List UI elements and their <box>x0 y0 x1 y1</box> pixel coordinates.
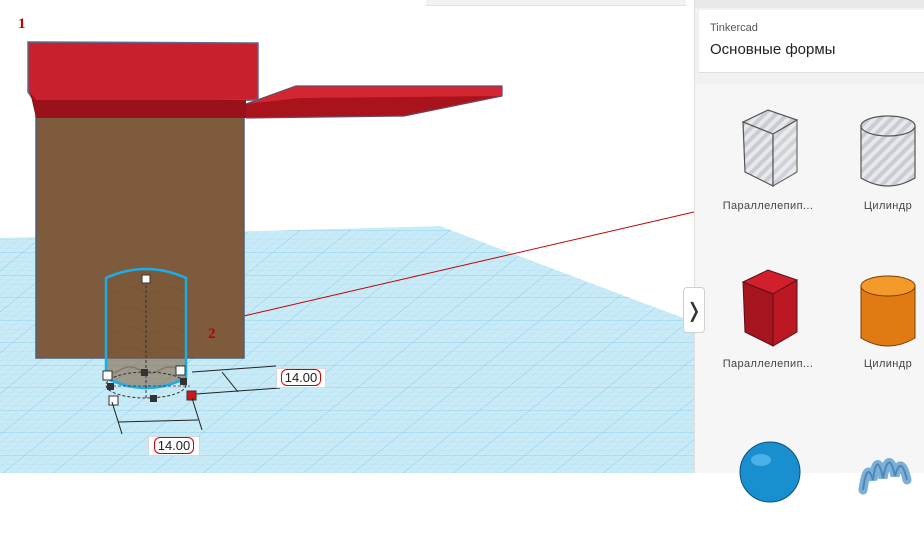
shapes-panel: Tinkercad Основные формы Параллелепип... <box>694 0 924 503</box>
shape-label: Параллелепип... <box>722 358 814 370</box>
shape-label: Цилиндр <box>863 200 913 212</box>
shape-box-hole[interactable]: Параллелепип... <box>713 84 833 224</box>
shape-cylinder-hole[interactable]: Цилиндр <box>833 84 924 224</box>
shape-label: Цилиндр <box>863 358 913 370</box>
roof-box[interactable] <box>27 41 259 118</box>
width-dimension-value: 14.00 <box>153 437 195 454</box>
shape-library-dropdown[interactable]: Tinkercad Основные формы <box>699 10 924 73</box>
box-hole-icon <box>741 109 799 188</box>
shape-cylinder-solid[interactable]: Цилиндр <box>833 242 924 382</box>
library-source-label: Tinkercad <box>710 22 758 34</box>
scene-canvas[interactable] <box>0 0 694 473</box>
panel-collapse-button[interactable]: ❭ <box>683 287 705 333</box>
annotation-1-label: 1 <box>18 16 26 32</box>
shape-scribble[interactable] <box>833 402 924 542</box>
scribble-icon <box>858 458 912 495</box>
shape-label: Параллелепип... <box>722 200 814 212</box>
cylinder-solid-icon <box>860 275 916 347</box>
depth-dimension-input[interactable]: 14.00 <box>276 368 326 388</box>
width-dimension-input[interactable]: 14.00 <box>148 436 200 456</box>
box-solid-icon <box>741 269 799 347</box>
cylinder-hole-icon <box>860 115 916 187</box>
panel-top-gap <box>695 0 924 8</box>
annotation-2-label: 2 <box>208 326 216 342</box>
library-name-label: Основные формы <box>710 41 836 58</box>
sphere-icon <box>739 441 801 503</box>
workplane-viewport[interactable]: 1 2 14.00 14.00 <box>0 0 694 473</box>
toolbar-edge <box>426 0 686 6</box>
chevron-right-icon: ❭ <box>685 298 703 322</box>
cylinder-selected[interactable] <box>104 267 190 399</box>
shape-box-solid[interactable]: Параллелепип... <box>713 242 833 382</box>
shapes-grid: Параллелепип... Цилиндр Параллелепип... <box>695 84 924 503</box>
shape-sphere[interactable] <box>713 402 833 542</box>
depth-dimension-value: 14.00 <box>280 369 322 386</box>
